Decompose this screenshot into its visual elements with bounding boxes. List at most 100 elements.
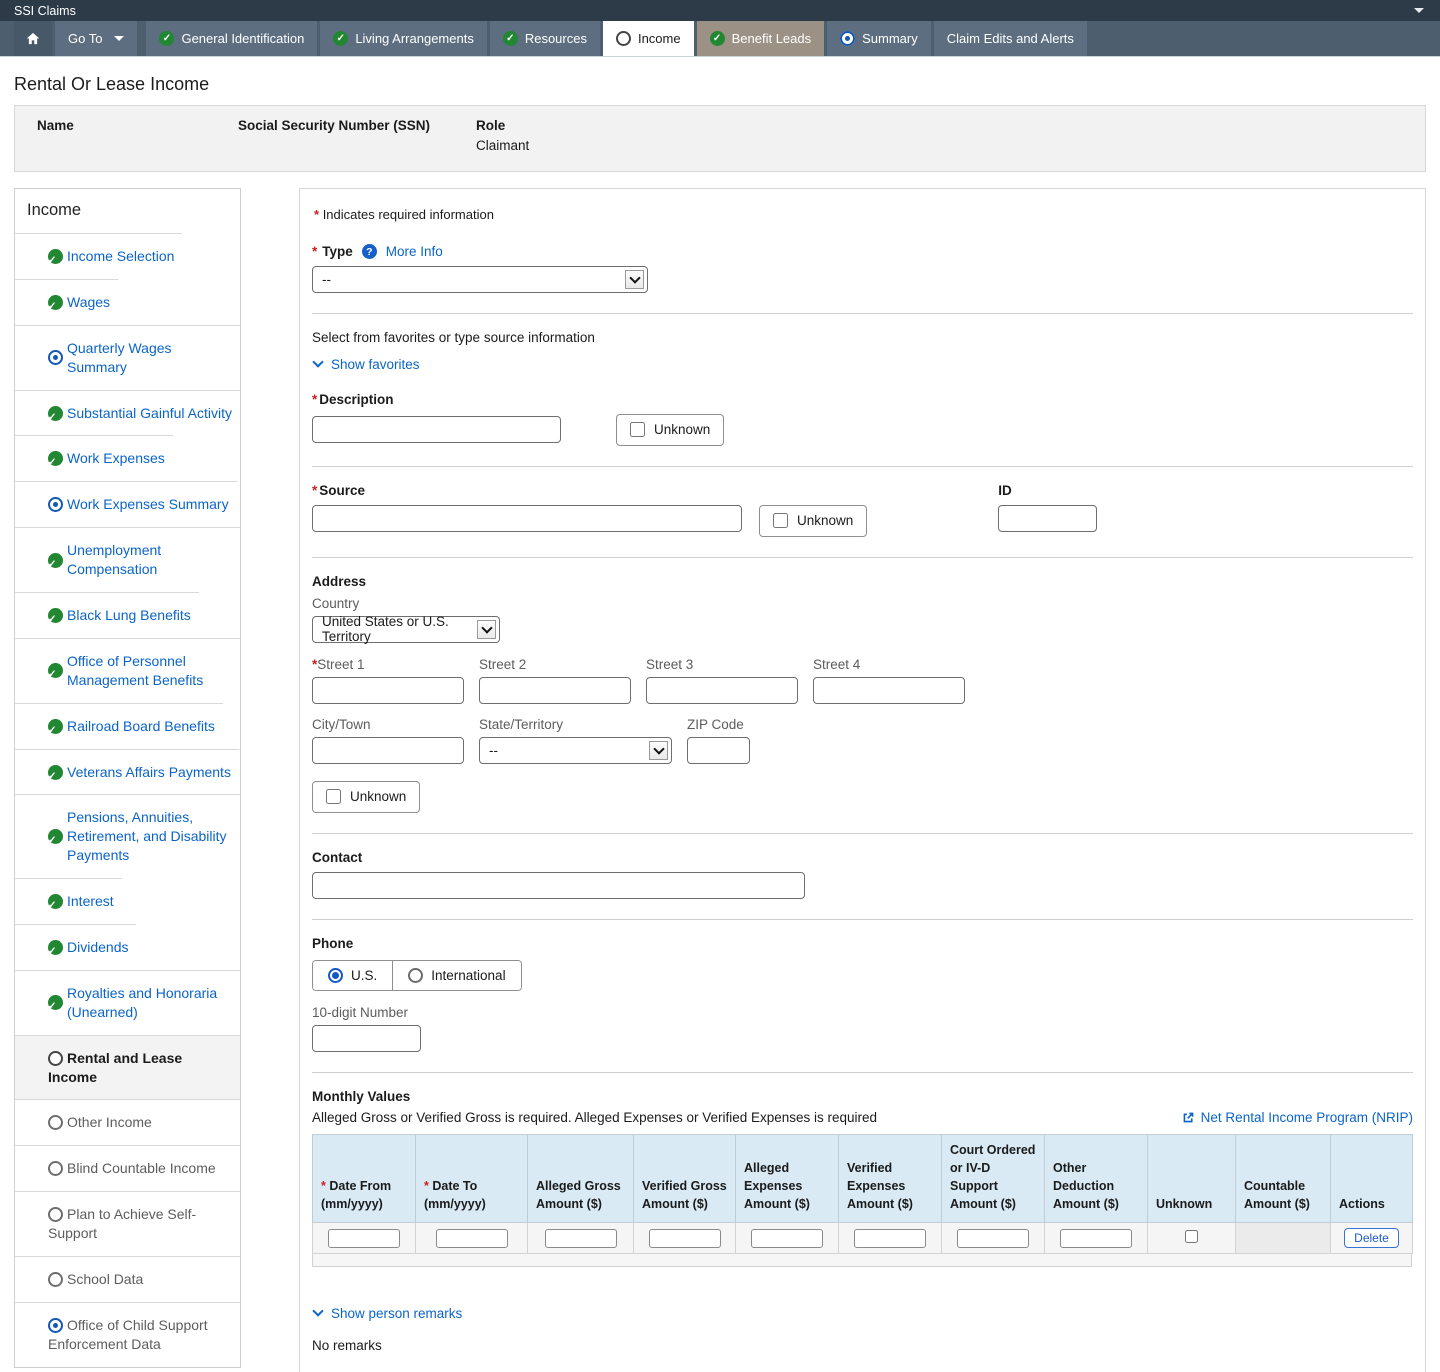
sidebar-item-other-income[interactable]: Other Income <box>15 1099 240 1145</box>
alleged-expenses-input[interactable] <box>751 1229 823 1248</box>
income-sidebar: Income Income Selection Wages Quarterly … <box>14 188 241 1368</box>
col-date-to: * Date To (mm/yyyy) <box>416 1134 528 1223</box>
sidebar-item-label: Plan to Achieve Self-Support <box>48 1206 196 1241</box>
tab-general-identification[interactable]: General Identification <box>146 21 317 56</box>
sidebar-item-interest[interactable]: Interest <box>15 878 122 924</box>
tab-label: Benefit Leads <box>732 31 812 46</box>
nrip-link[interactable]: Net Rental Income Program (NRIP) <box>1182 1110 1413 1125</box>
sidebar-item-wages[interactable]: Wages <box>15 279 118 325</box>
street3-input[interactable] <box>646 677 798 704</box>
divider <box>312 313 1413 314</box>
sidebar-item-blind-countable-income[interactable]: Blind Countable Income <box>15 1145 240 1191</box>
street2-input[interactable] <box>479 677 631 704</box>
tab-income[interactable]: Income <box>603 21 694 56</box>
go-to-label: Go To <box>68 31 102 46</box>
sidebar-item-label: Work Expenses Summary <box>67 495 229 514</box>
sidebar-item-pensions-annuities-retirement-disability[interactable]: Pensions, Annuities, Retirement, and Dis… <box>15 794 240 878</box>
row-unknown-checkbox[interactable] <box>1185 1230 1198 1243</box>
state-select[interactable]: -- <box>479 737 672 764</box>
sidebar-item-office-of-personnel-management-benefits[interactable]: Office of Personnel Management Benefits <box>15 638 240 703</box>
sidebar-item-label: Rental and Lease Income <box>48 1050 182 1085</box>
sidebar-item-rental-and-lease-income[interactable]: Rental and Lease Income <box>15 1035 240 1100</box>
zip-input[interactable] <box>687 737 750 764</box>
sidebar-item-plan-to-achieve-self-support[interactable]: Plan to Achieve Self-Support <box>15 1191 240 1256</box>
show-person-remarks-link[interactable]: Show person remarks <box>312 1306 462 1321</box>
table-footer-strip <box>312 1254 1412 1267</box>
complete-check-icon <box>48 663 63 678</box>
sidebar-item-label: Quarterly Wages Summary <box>67 339 232 377</box>
verified-expenses-input[interactable] <box>854 1229 926 1248</box>
sidebar-item-royalties-and-honoraria[interactable]: Royalties and Honoraria (Unearned) <box>15 970 240 1035</box>
divider <box>312 919 1413 920</box>
description-label: Description <box>319 392 393 407</box>
row-delete-button[interactable]: Delete <box>1344 1228 1399 1248</box>
titlebar-caret-down-icon[interactable] <box>1414 8 1424 13</box>
date-to-input[interactable] <box>436 1229 508 1248</box>
more-info-link[interactable]: More Info <box>386 244 443 259</box>
go-to-menu[interactable]: Go To <box>55 21 137 56</box>
source-unknown-checkbox[interactable]: Unknown <box>759 505 867 537</box>
date-from-input[interactable] <box>328 1229 400 1248</box>
tab-summary[interactable]: Summary <box>827 21 931 56</box>
id-input[interactable] <box>998 505 1097 532</box>
col-court-ordered: Court Ordered or IV-D Support Amount ($) <box>942 1134 1045 1223</box>
tab-benefit-leads[interactable]: Benefit Leads <box>697 21 825 56</box>
home-button[interactable] <box>14 21 52 56</box>
sidebar-item-work-expenses[interactable]: Work Expenses <box>15 435 173 481</box>
col-unknown: Unknown <box>1148 1134 1236 1223</box>
rental-lease-income-form: * Indicates required information * Type … <box>299 188 1426 1372</box>
sidebar-item-substantial-gainful-activity[interactable]: Substantial Gainful Activity <box>15 390 240 436</box>
contact-input[interactable] <box>312 872 805 899</box>
description-unknown-checkbox[interactable]: Unknown <box>616 414 724 446</box>
court-ordered-input[interactable] <box>957 1229 1029 1248</box>
sidebar-item-unemployment-compensation[interactable]: Unemployment Compensation <box>15 527 240 592</box>
phone-type-toggle: U.S. International <box>312 960 522 991</box>
phone-number-input[interactable] <box>312 1025 421 1052</box>
sidebar-item-label: Dividends <box>67 938 128 957</box>
phone-international-label: International <box>431 968 505 983</box>
source-input[interactable] <box>312 505 742 532</box>
checkbox[interactable] <box>326 789 341 804</box>
street1-input[interactable] <box>312 677 464 704</box>
description-input[interactable] <box>312 416 561 443</box>
show-favorites-link[interactable]: Show favorites <box>312 357 420 372</box>
type-select[interactable]: -- <box>312 266 648 293</box>
home-icon <box>25 31 41 46</box>
sidebar-item-railroad-board-benefits[interactable]: Railroad Board Benefits <box>15 703 223 749</box>
sidebar-item-quarterly-wages-summary[interactable]: Quarterly Wages Summary <box>15 325 240 390</box>
sidebar-item-income-selection[interactable]: Income Selection <box>15 233 182 279</box>
sidebar-item-veterans-affairs-payments[interactable]: Veterans Affairs Payments <box>15 749 239 795</box>
other-deduction-input[interactable] <box>1060 1229 1132 1248</box>
alleged-gross-input[interactable] <box>545 1229 617 1248</box>
sidebar-item-label: Income Selection <box>67 247 174 266</box>
unknown-label: Unknown <box>350 789 406 804</box>
unknown-label: Unknown <box>797 513 853 528</box>
sidebar-item-label: Office of Personnel Management Benefits <box>67 652 232 690</box>
checkbox[interactable] <box>630 422 645 437</box>
tab-living-arrangements[interactable]: Living Arrangements <box>320 21 487 56</box>
city-input[interactable] <box>312 737 464 764</box>
required-asterisk: * <box>312 392 317 407</box>
tab-resources[interactable]: Resources <box>490 21 600 56</box>
tab-claim-edits-and-alerts[interactable]: Claim Edits and Alerts <box>934 21 1087 56</box>
sidebar-item-label: Veterans Affairs Payments <box>67 763 231 782</box>
select-arrow-icon <box>477 620 496 639</box>
phone-international-option[interactable]: International <box>392 961 520 990</box>
tab-label: Living Arrangements <box>355 31 474 46</box>
col-verified-expenses: Verified Expenses Amount ($) <box>839 1134 942 1223</box>
sidebar-item-black-lung-benefits[interactable]: Black Lung Benefits <box>15 592 199 638</box>
sidebar-item-school-data[interactable]: School Data <box>15 1256 240 1302</box>
sidebar-item-label: Substantial Gainful Activity <box>67 404 232 423</box>
phone-us-option[interactable]: U.S. <box>313 961 392 990</box>
sidebar-item-dividends[interactable]: Dividends <box>15 924 136 970</box>
sidebar-item-work-expenses-summary[interactable]: Work Expenses Summary <box>15 481 237 527</box>
verified-gross-input[interactable] <box>649 1229 721 1248</box>
checkbox[interactable] <box>773 513 788 528</box>
street4-input[interactable] <box>813 677 965 704</box>
address-unknown-checkbox[interactable]: Unknown <box>312 781 420 813</box>
sidebar-item-label: Royalties and Honoraria (Unearned) <box>67 984 232 1022</box>
titlebar: SSI Claims <box>0 0 1440 21</box>
in-progress-icon <box>840 31 855 46</box>
sidebar-item-office-of-child-support-enforcement-data[interactable]: Office of Child Support Enforcement Data <box>15 1302 240 1367</box>
country-select[interactable]: United States or U.S. Territory <box>312 616 500 643</box>
